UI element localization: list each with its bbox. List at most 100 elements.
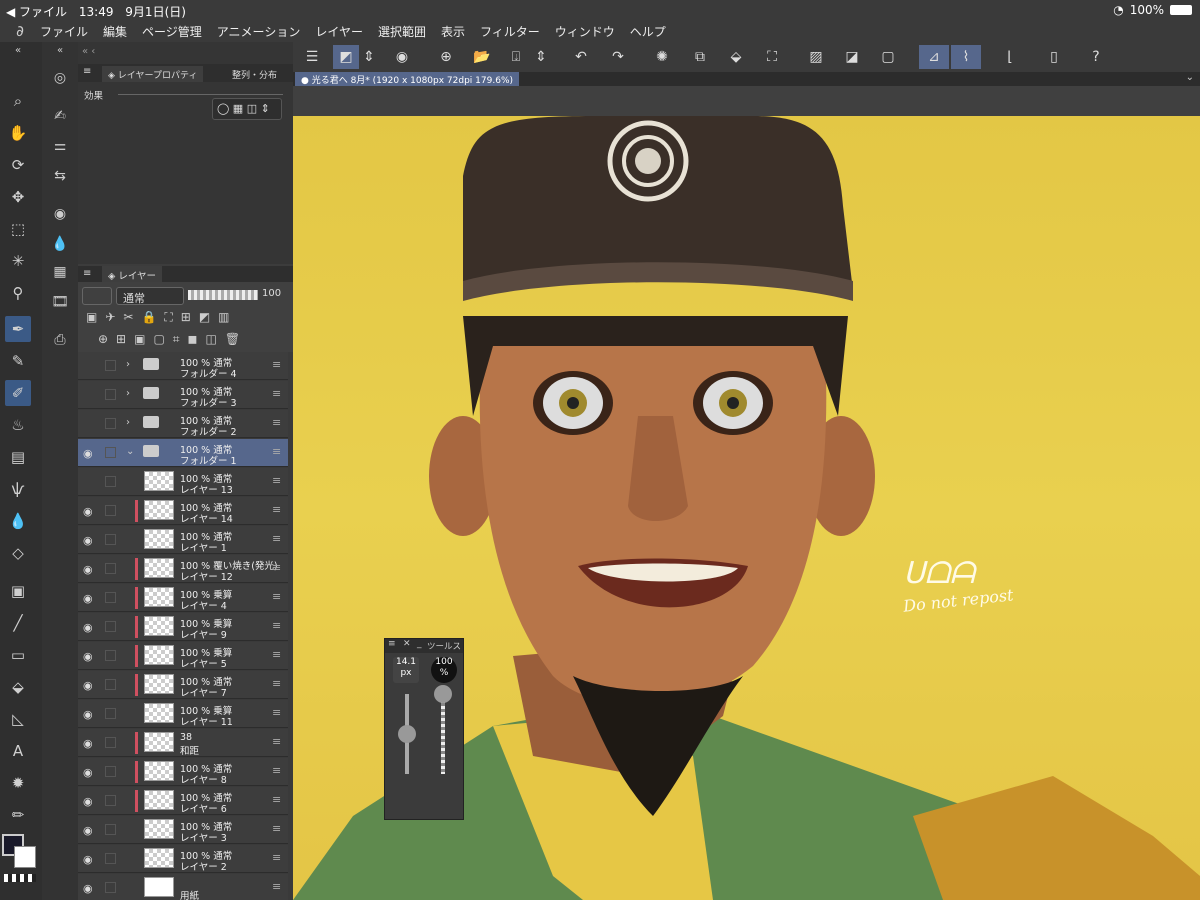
visibility-eye-icon[interactable]: ◉ [83, 679, 93, 692]
layer-lock-checkbox[interactable] [105, 389, 116, 400]
tab-layer[interactable]: ◈ レイヤー [102, 266, 163, 282]
brush-size-icon[interactable]: ⇆ [47, 164, 73, 188]
visibility-eye-icon[interactable]: ◉ [83, 534, 93, 547]
layer-drag-handle-icon[interactable]: ≡ [272, 474, 281, 487]
visibility-eye-icon[interactable]: ◉ [83, 737, 93, 750]
collapse-icon[interactable]: « [5, 44, 31, 56]
edit-line-icon[interactable]: ⌊ [997, 45, 1023, 69]
menu-file[interactable]: ファイル [40, 23, 88, 40]
text-icon[interactable]: A [5, 738, 31, 764]
color-history-icon[interactable]: ▦ [47, 260, 73, 284]
blend-icon[interactable]: 💧 [5, 508, 31, 534]
save-icon[interactable]: ⍗ [503, 45, 529, 69]
rotate-icon[interactable]: ⟳ [5, 152, 31, 178]
menu-view[interactable]: 表示 [441, 23, 465, 40]
visibility-eye-icon[interactable]: ◉ [83, 795, 93, 808]
new-page-icon[interactable]: ⊕ [433, 45, 459, 69]
effect-buttons[interactable]: ◯ ▦ ◫ ⇕ [212, 98, 282, 120]
eraser-icon[interactable]: ◇ [5, 540, 31, 566]
menu-window[interactable]: ウィンドウ [555, 23, 615, 40]
visibility-eye-icon[interactable]: ◉ [83, 824, 93, 837]
menu-edit[interactable]: 編集 [103, 23, 127, 40]
pencil-icon[interactable]: ✎ [5, 348, 31, 374]
brush-size-value[interactable]: 14.1 px [393, 657, 419, 683]
layer-drag-handle-icon[interactable]: ≡ [272, 387, 281, 400]
layer-lock-checkbox[interactable] [105, 795, 116, 806]
opacity-value[interactable]: 100 [262, 288, 281, 299]
visibility-eye-icon[interactable]: ◉ [83, 447, 93, 460]
ruler-icon[interactable]: ◺ [5, 706, 31, 732]
selection-icon[interactable]: ⬚ [5, 216, 31, 242]
layer-lock-checkbox[interactable] [105, 679, 116, 690]
layer-drag-handle-icon[interactable]: ≡ [272, 880, 281, 893]
layer-drag-handle-icon[interactable]: ≡ [272, 532, 281, 545]
layer-drag-handle-icon[interactable]: ≡ [272, 503, 281, 516]
layer-drag-handle-icon[interactable]: ≡ [272, 706, 281, 719]
invert-icon[interactable]: ◪ [839, 45, 865, 69]
tool-property-icon[interactable]: ⚌ [47, 134, 73, 158]
sub-color-swatch[interactable] [14, 846, 36, 868]
brush-opacity-value[interactable]: 100% [431, 657, 457, 683]
layer-drag-handle-icon[interactable]: ≡ [272, 764, 281, 777]
layer-row[interactable]: ◉ 100 % 通常 レイヤー 8 ≡ [78, 758, 288, 786]
fill-icon[interactable]: ⬙ [5, 674, 31, 700]
effect-icon[interactable]: ✹ [5, 770, 31, 796]
visibility-eye-icon[interactable]: ◉ [83, 882, 93, 895]
panel-collapse-icon[interactable]: « ‹ [78, 46, 293, 60]
layer-row[interactable]: ◉ 100 % 乗算 レイヤー 9 ≡ [78, 613, 288, 641]
visibility-eye-icon[interactable]: ◉ [83, 650, 93, 663]
pen-icon[interactable]: ✒ [5, 316, 31, 342]
layer-drag-handle-icon[interactable]: ≡ [272, 793, 281, 806]
material-icon[interactable]: ⎙ [47, 328, 73, 352]
layer-row[interactable]: 100 % 通常 レイヤー 13 ≡ [78, 468, 288, 496]
layer-drag-handle-icon[interactable]: ≡ [272, 561, 281, 574]
eyedropper-icon[interactable]: ⚲ [5, 280, 31, 306]
layer-drag-handle-icon[interactable]: ≡ [272, 445, 281, 458]
layer-drag-handle-icon[interactable]: ≡ [272, 619, 281, 632]
zoom-icon[interactable]: ⌕ [5, 88, 31, 114]
layer-row[interactable]: ◉ 100 % 通常 レイヤー 2 ≡ [78, 845, 288, 873]
layer-drag-handle-icon[interactable]: ≡ [272, 735, 281, 748]
gradient-icon[interactable]: ▣ [5, 578, 31, 604]
layer-lock-checkbox[interactable] [105, 447, 116, 458]
folder-expand-icon[interactable]: ⌄ [126, 446, 134, 457]
layer-drag-handle-icon[interactable]: ≡ [272, 822, 281, 835]
magic-wand-icon[interactable]: ✳ [5, 248, 31, 274]
layer-row[interactable]: ◉ 100 % 通常 レイヤー 1 ≡ [78, 526, 288, 554]
device-icon[interactable]: ▯ [1041, 45, 1067, 69]
visibility-eye-icon[interactable]: ◉ [83, 592, 93, 605]
visibility-eye-icon[interactable]: ◉ [83, 621, 93, 634]
layer-folder-row[interactable]: › 100 % 通常 フォルダー 4 ≡ [78, 352, 288, 380]
menu-layer[interactable]: レイヤー [315, 23, 363, 40]
visibility-eye-icon[interactable]: ◉ [83, 766, 93, 779]
layer-row[interactable]: ◉ 用紙 ≡ [78, 874, 288, 900]
layer-drag-handle-icon[interactable]: ≡ [272, 648, 281, 661]
open-folder-icon[interactable]: 📂 [469, 45, 495, 69]
undo-icon[interactable]: ↶ [568, 45, 594, 69]
layer-lock-checkbox[interactable] [105, 360, 116, 371]
app-logo-icon[interactable]: ∂ [0, 22, 40, 40]
line-icon[interactable]: ╱ [5, 610, 31, 636]
subtool-icon[interactable]: ✍ [47, 104, 73, 128]
menu-filter[interactable]: フィルター [480, 23, 540, 40]
layer-lock-checkbox[interactable] [105, 882, 116, 893]
menu-help[interactable]: ヘルプ [630, 23, 666, 40]
layer-row[interactable]: ◉ 100 % 通常 レイヤー 14 ≡ [78, 497, 288, 525]
color-set-icon[interactable]: 💧 [47, 232, 73, 256]
layer-row[interactable]: ◉ 100 % 通常 レイヤー 7 ≡ [78, 671, 288, 699]
decoration-icon[interactable]: ▤ [5, 444, 31, 470]
frame-icon[interactable]: ▭ [5, 642, 31, 668]
layer-drag-handle-icon[interactable]: ≡ [272, 358, 281, 371]
chevron-down-icon[interactable]: ⌄ [1186, 72, 1194, 83]
folder-expand-icon[interactable]: › [126, 388, 130, 399]
layer-lock-checkbox[interactable] [105, 824, 116, 835]
layer-drag-handle-icon[interactable]: ≡ [272, 416, 281, 429]
help-icon[interactable]: ? [1083, 45, 1109, 69]
layer-lock-checkbox[interactable] [105, 476, 116, 487]
redo-icon[interactable]: ↷ [605, 45, 631, 69]
layer-row[interactable]: ◉ 100 % 覆い焼き(発光) レイヤー 12 ≡ [78, 555, 288, 583]
folder-expand-icon[interactable]: › [126, 417, 130, 428]
snap-brush-icon[interactable]: ⌇ [951, 45, 981, 69]
transform-icon[interactable]: ◉ [389, 45, 415, 69]
layer-edit-icon[interactable]: ◩ [333, 45, 359, 69]
